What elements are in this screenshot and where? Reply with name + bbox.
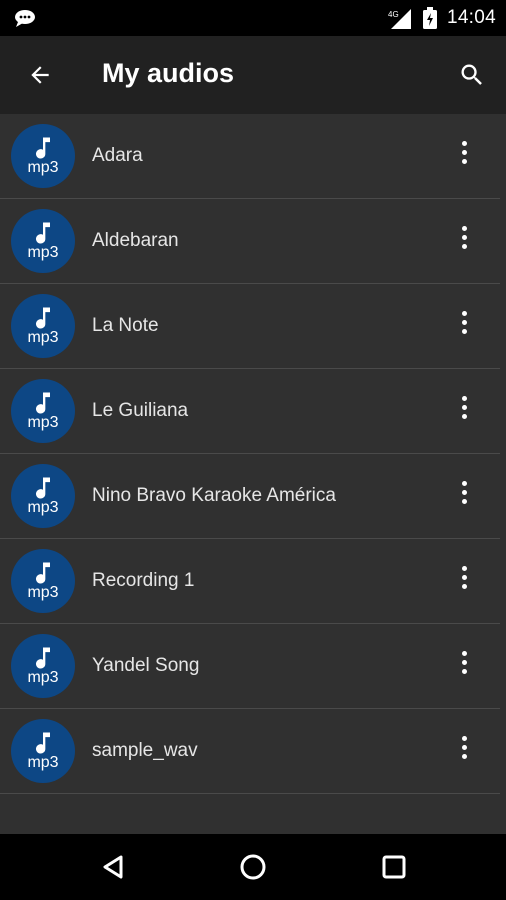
audio-list: mp3 Adara mp3 Aldebaran mp3 La Note mp3 … <box>0 114 506 834</box>
audio-list-item[interactable]: mp3 Yandel Song <box>0 624 500 709</box>
audio-name: Recording 1 <box>92 570 195 591</box>
app-bar: My audios <box>0 36 506 114</box>
overflow-menu-button[interactable] <box>452 136 476 168</box>
more-vert-icon <box>461 565 467 571</box>
page-title: My audios <box>102 58 235 88</box>
navigation-bar <box>0 834 506 900</box>
status-bar: 4G 14:04 <box>0 0 506 36</box>
back-triangle-icon <box>103 855 123 879</box>
arrow-back-icon <box>31 66 49 84</box>
status-time: 14:04 <box>446 7 496 28</box>
audio-name: sample_wav <box>92 740 198 761</box>
more-vert-icon <box>461 225 467 231</box>
nav-back-button[interactable] <box>97 851 129 883</box>
mp3-file-icon: mp3 <box>11 379 75 443</box>
mp3-label: mp3 <box>27 499 59 516</box>
audio-list-item[interactable]: mp3 Recording 1 <box>0 539 500 624</box>
mp3-file-icon: mp3 <box>11 209 75 273</box>
music-note-icon <box>36 392 50 414</box>
mp3-label: mp3 <box>27 584 59 601</box>
mp3-label: mp3 <box>27 244 59 261</box>
recents-square-icon <box>382 855 406 879</box>
audio-list-item[interactable]: mp3 Nino Bravo Karaoke América <box>0 454 500 539</box>
more-vert-icon <box>461 310 467 316</box>
music-note-icon <box>36 732 50 754</box>
battery-charging-icon <box>422 7 437 29</box>
mp3-file-icon: mp3 <box>11 719 75 783</box>
audio-name: Adara <box>92 145 143 166</box>
audio-list-item[interactable]: mp3 Le Guiliana <box>0 369 500 454</box>
music-note-icon <box>36 647 50 669</box>
mp3-file-icon: mp3 <box>11 549 75 613</box>
search-button[interactable] <box>454 57 490 93</box>
overflow-menu-button[interactable] <box>452 561 476 593</box>
music-note-icon <box>36 562 50 584</box>
overflow-menu-button[interactable] <box>452 306 476 338</box>
svg-text:4G: 4G <box>388 10 399 19</box>
audio-list-item[interactable]: mp3 Aldebaran <box>0 199 500 284</box>
more-vert-icon <box>461 480 467 486</box>
audio-name: La Note <box>92 315 159 336</box>
chat-bubble-icon <box>15 10 35 27</box>
overflow-menu-button[interactable] <box>452 391 476 423</box>
music-note-icon <box>36 477 50 499</box>
overflow-menu-button[interactable] <box>452 646 476 678</box>
audio-name: Nino Bravo Karaoke América <box>92 485 336 506</box>
music-note-icon <box>36 137 50 159</box>
audio-name: Aldebaran <box>92 230 179 251</box>
more-vert-icon <box>461 140 467 146</box>
audio-list-item[interactable]: mp3 Adara <box>0 114 500 199</box>
overflow-menu-button[interactable] <box>452 221 476 253</box>
back-button[interactable] <box>22 57 58 93</box>
signal-icon: 4G <box>388 9 411 29</box>
audio-name: Yandel Song <box>92 655 200 676</box>
audio-list-item[interactable]: mp3 La Note <box>0 284 500 369</box>
overflow-menu-button[interactable] <box>452 476 476 508</box>
music-note-icon <box>36 307 50 329</box>
music-note-icon <box>36 222 50 244</box>
mp3-file-icon: mp3 <box>11 464 75 528</box>
audio-name: Le Guiliana <box>92 400 189 421</box>
home-circle-icon <box>240 854 266 880</box>
audio-list-item[interactable]: mp3 sample_wav <box>0 709 500 794</box>
mp3-label: mp3 <box>27 669 59 686</box>
mp3-file-icon: mp3 <box>11 124 75 188</box>
more-vert-icon <box>461 735 467 741</box>
search-icon <box>461 64 482 85</box>
overflow-menu-button[interactable] <box>452 731 476 763</box>
more-vert-icon <box>461 395 467 401</box>
mp3-label: mp3 <box>27 754 59 771</box>
mp3-label: mp3 <box>27 414 59 431</box>
mp3-file-icon: mp3 <box>11 634 75 698</box>
mp3-file-icon: mp3 <box>11 294 75 358</box>
nav-recents-button[interactable] <box>378 851 410 883</box>
mp3-label: mp3 <box>27 329 59 346</box>
more-vert-icon <box>461 650 467 656</box>
mp3-label: mp3 <box>27 159 59 176</box>
nav-home-button[interactable] <box>237 851 269 883</box>
